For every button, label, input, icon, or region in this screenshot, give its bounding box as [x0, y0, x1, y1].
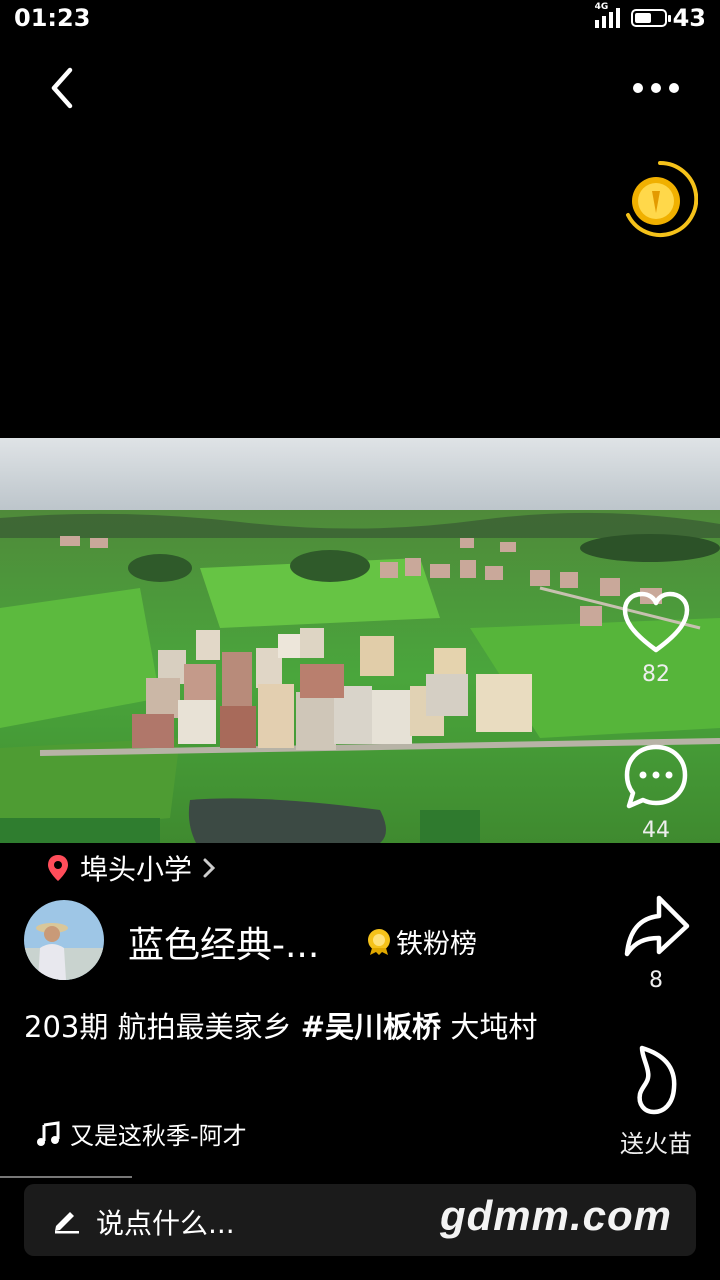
avatar-image — [24, 900, 104, 980]
fans-board-label: 铁粉榜 — [396, 929, 477, 960]
comment-input-bar[interactable]: 说点什么... gdmm.com — [24, 1184, 696, 1256]
battery-icon — [630, 9, 671, 27]
share-count: 8 — [649, 968, 663, 993]
comment-count: 44 — [642, 818, 670, 843]
status-time: 01:23 — [14, 4, 91, 32]
gold-coin-icon — [626, 160, 699, 237]
heart-icon — [622, 591, 690, 653]
battery-level: 43 — [672, 4, 706, 32]
more-button[interactable] — [626, 68, 686, 108]
back-button[interactable] — [40, 62, 90, 112]
video-progress-bar[interactable] — [0, 1176, 132, 1178]
medal-icon — [368, 928, 390, 955]
watermark: gdmm.com — [439, 1192, 672, 1239]
share-button[interactable]: 8 — [614, 892, 698, 993]
location-pin-icon — [48, 855, 68, 881]
share-icon — [624, 895, 690, 957]
chevron-right-icon — [203, 858, 216, 878]
fans-board-link[interactable]: 铁粉榜 — [366, 922, 477, 961]
status-indicators: 4G 43 — [594, 2, 706, 32]
music-note-icon — [37, 1120, 60, 1146]
pencil-icon — [55, 1212, 79, 1234]
aerial-village-image — [0, 438, 720, 843]
comment-icon — [624, 744, 688, 809]
send-fire-label: 送火苗 — [620, 1130, 692, 1158]
comment-button[interactable]: 44 — [614, 742, 698, 843]
music-link[interactable]: 又是这秋季-阿才 — [36, 1116, 247, 1151]
location-label: 埠头小学 — [80, 853, 193, 886]
video-player[interactable] — [0, 438, 720, 843]
music-title: 又是这秋季-阿才 — [70, 1122, 247, 1150]
author-name[interactable]: 蓝色经典-... — [128, 916, 319, 968]
network-type: 4G — [594, 2, 609, 12]
fire-icon — [637, 1045, 677, 1115]
like-count: 82 — [642, 662, 670, 687]
gold-coin-button[interactable] — [622, 157, 699, 241]
author-avatar[interactable] — [24, 900, 104, 980]
post-caption: 203期 航拍最美家乡 #吴川板桥 大坉村 — [24, 1006, 584, 1048]
back-arrow-icon — [51, 67, 73, 109]
like-button[interactable]: 82 — [614, 590, 698, 687]
location-link[interactable]: 埠头小学 — [46, 848, 216, 888]
comment-placeholder: 说点什么... — [96, 1207, 235, 1240]
hashtag-link[interactable]: #吴川板桥 — [301, 1010, 441, 1044]
more-dots-icon — [633, 83, 679, 93]
caption-text-end: 大坉村 — [441, 1010, 538, 1044]
send-fire-button[interactable]: 送火苗 — [614, 1044, 698, 1159]
caption-text: 203期 航拍最美家乡 — [24, 1010, 301, 1044]
signal-icon: 4G — [594, 2, 625, 30]
